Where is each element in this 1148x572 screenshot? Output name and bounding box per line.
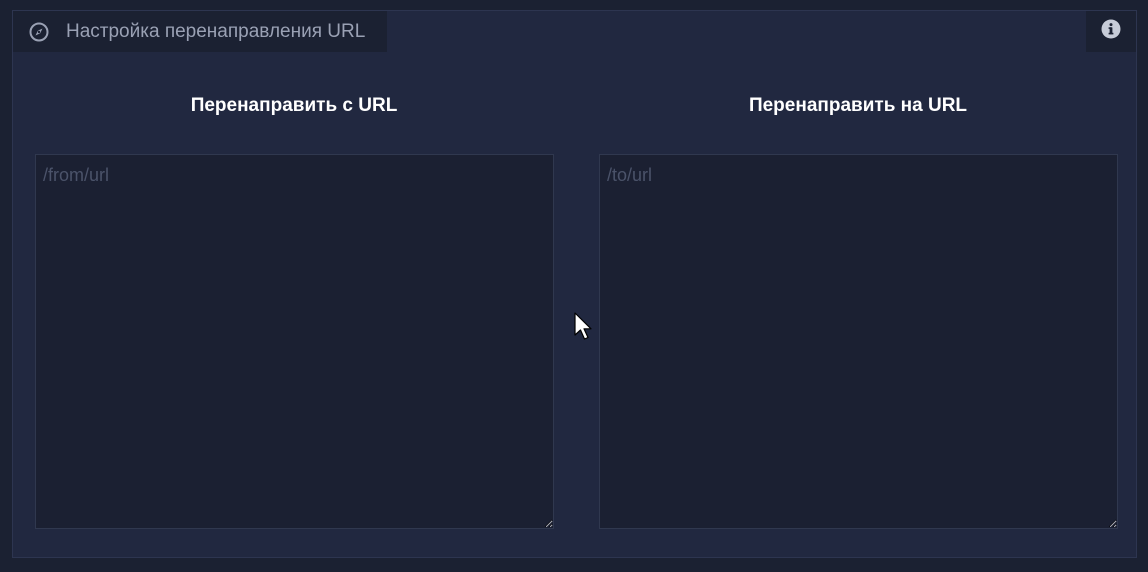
panel-tab: Настройка перенаправления URL: [13, 11, 387, 52]
to-url-label: Перенаправить на URL: [748, 95, 968, 116]
to-url-input[interactable]: [599, 154, 1118, 529]
info-button[interactable]: [1086, 11, 1136, 52]
panel-title: Настройка перенаправления URL: [66, 20, 366, 42]
from-url-input[interactable]: [35, 154, 554, 529]
info-icon: [1101, 19, 1121, 44]
redirect-settings-panel: Настройка перенаправления URL Перенаправ…: [12, 10, 1137, 558]
from-url-label: Перенаправить с URL: [190, 95, 398, 116]
compass-icon: [28, 21, 50, 43]
